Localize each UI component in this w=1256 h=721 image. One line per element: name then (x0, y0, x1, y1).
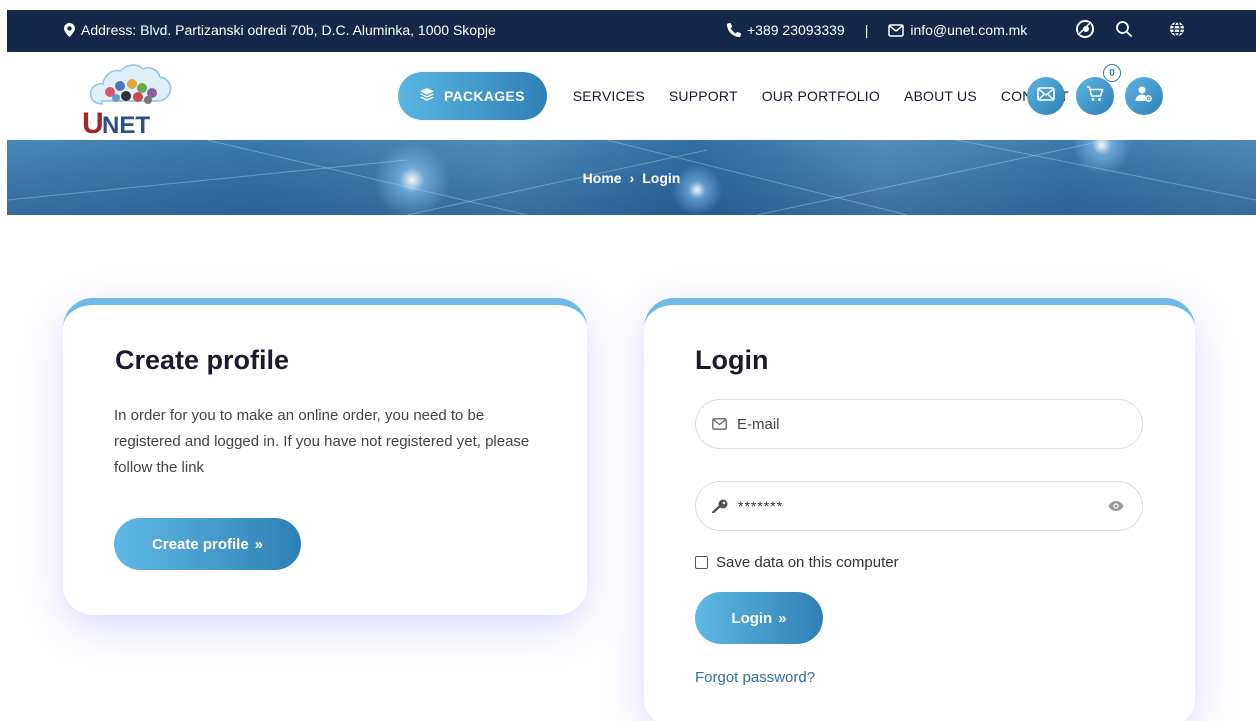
breadcrumb-home[interactable]: Home (583, 170, 622, 186)
email-placeholder: E-mail (737, 415, 780, 433)
svg-text:U: U (82, 107, 104, 134)
save-data-option[interactable]: Save data on this computer (695, 554, 899, 571)
mail-icon (1037, 86, 1055, 106)
login-card: Login E-mail ******* Save data on this c… (644, 298, 1195, 721)
email-link[interactable]: info@unet.com.mk (910, 22, 1027, 38)
search-icon[interactable] (1115, 20, 1133, 38)
contact-separator: | (864, 22, 869, 38)
svg-text:NET: NET (102, 112, 150, 134)
main-nav: PACKAGES SERVICES SUPPORT OUR PORTFOLIO … (398, 72, 1069, 120)
login-button-label: Login (731, 609, 773, 627)
phone-number[interactable]: +389 23093339 (747, 22, 845, 38)
account-button[interactable] (1125, 77, 1163, 115)
nav-services[interactable]: SERVICES (573, 88, 645, 104)
breadcrumb-current: Login (642, 169, 681, 186)
address: Address: Blvd. Partizanski odredi 70b, D… (64, 22, 496, 38)
password-field[interactable]: ******* (695, 481, 1143, 531)
create-profile-button[interactable]: Create profile » (114, 518, 301, 570)
globe-icon[interactable] (1169, 21, 1185, 37)
map-pin-icon (64, 23, 75, 37)
user-settings-icon (1135, 85, 1153, 108)
top-bar: Address: Blvd. Partizanski odredi 70b, D… (7, 10, 1256, 52)
nav-about[interactable]: ABOUT US (904, 88, 977, 104)
phone-icon (727, 23, 741, 37)
page-banner: Home › Login (7, 140, 1256, 215)
breadcrumb-separator: › (629, 169, 635, 186)
login-button[interactable]: Login » (695, 592, 823, 644)
site-logo[interactable]: U NET (80, 60, 180, 140)
nav-portfolio[interactable]: OUR PORTFOLIO (762, 88, 880, 104)
create-profile-title: Create profile (115, 345, 290, 375)
double-chevron-right-icon: » (254, 535, 264, 553)
eye-icon[interactable] (1108, 499, 1124, 516)
double-chevron-right-icon: » (778, 609, 787, 627)
breadcrumb: Home › Login (7, 140, 1256, 215)
create-profile-button-label: Create profile (151, 535, 249, 553)
save-data-label: Save data on this computer (716, 554, 899, 571)
cart-count-badge: 0 (1103, 64, 1121, 82)
mail-button[interactable] (1027, 77, 1065, 115)
key-icon (712, 499, 728, 513)
save-data-checkbox[interactable] (695, 556, 708, 569)
envelope-icon (888, 23, 905, 37)
envelope-icon (712, 418, 727, 430)
password-value: ******* (738, 498, 784, 514)
top-tools (1075, 19, 1185, 39)
address-text: Address: Blvd. Partizanski odredi 70b, D… (81, 22, 496, 38)
create-profile-description: In order for you to make an online order… (114, 407, 530, 476)
layers-icon (420, 88, 434, 104)
packages-label: PACKAGES (444, 88, 525, 104)
cart-button[interactable] (1076, 77, 1114, 115)
packages-button[interactable]: PACKAGES (398, 72, 547, 120)
contact-info: +389 23093339 | info@unet.com.mk (727, 22, 1027, 38)
create-profile-card: Create profile In order for you to make … (63, 298, 587, 615)
login-title: Login (695, 345, 769, 375)
nav-support[interactable]: SUPPORT (669, 88, 738, 104)
forgot-password-link[interactable]: Forgot password? (695, 669, 815, 686)
site-header: U NET PACKAGES SERVICES SUPPORT OUR PORT… (0, 52, 1256, 140)
email-field[interactable]: E-mail (695, 399, 1143, 449)
accessibility-icon[interactable] (1075, 19, 1095, 39)
cart-icon (1086, 85, 1104, 108)
